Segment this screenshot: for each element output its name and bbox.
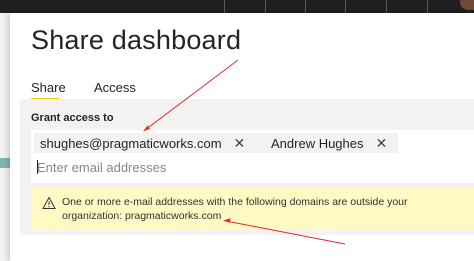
- text-caret: [37, 160, 38, 174]
- dialog-title: Share dashboard: [31, 25, 242, 55]
- recipient-chip-label: Andrew Hughes: [271, 135, 364, 151]
- header-divider: [427, 0, 428, 13]
- user-avatar[interactable]: [460, 0, 474, 10]
- recipient-chip: shughes@pragmaticworks.com ✕: [34, 133, 271, 153]
- tab-access[interactable]: Access: [94, 80, 136, 95]
- warning-triangle-icon: [42, 196, 56, 209]
- remove-recipient-close-icon[interactable]: ✕: [376, 136, 388, 150]
- tab-share[interactable]: Share: [31, 80, 66, 95]
- header-divider: [345, 0, 346, 13]
- share-dashboard-dialog: Share dashboard Share Access Grant acces…: [10, 13, 474, 261]
- header-divider: [224, 0, 225, 13]
- email-address-input[interactable]: [33, 157, 467, 177]
- recipient-chip: Andrew Hughes ✕: [265, 133, 398, 153]
- background-header-strip: [0, 0, 474, 13]
- grant-access-label: Grant access to: [31, 112, 114, 124]
- header-divider: [305, 0, 306, 13]
- warning-message: One or more e-mail addresses with the fo…: [62, 196, 408, 222]
- grant-access-panel: Grant access to shughes@pragmaticworks.c…: [20, 99, 474, 235]
- external-domain-warning: One or more e-mail addresses with the fo…: [31, 188, 474, 230]
- recipients-field[interactable]: shughes@pragmaticworks.com ✕ Andrew Hugh…: [31, 130, 474, 183]
- background-visual: [0, 158, 10, 168]
- header-divider: [386, 0, 387, 13]
- header-divider: [265, 0, 266, 13]
- remove-recipient-close-icon[interactable]: ✕: [234, 136, 246, 150]
- screenshot-stage: Share dashboard Share Access Grant acces…: [0, 0, 474, 261]
- recipient-chip-label: shughes@pragmaticworks.com: [40, 135, 222, 151]
- background-page: [0, 13, 10, 261]
